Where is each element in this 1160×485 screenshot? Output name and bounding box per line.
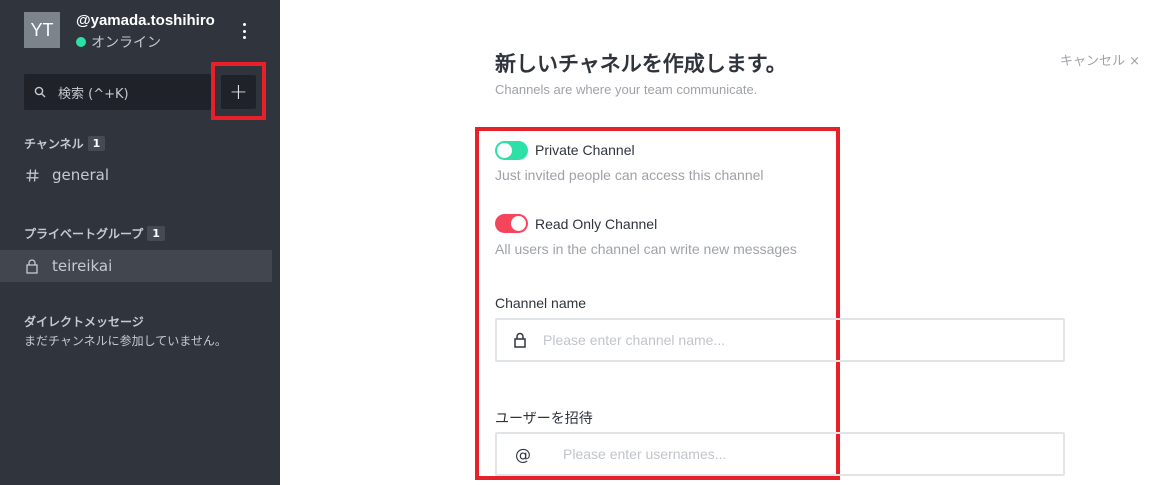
username: @yamada.toshihiro [76,12,215,29]
direct-messages-empty-text: まだチャンネルに参加していません。 [24,334,227,348]
user-status: オンライン [76,32,215,52]
channel-name-field[interactable] [495,318,1065,362]
user-status-text: オンライン [91,35,161,51]
search-icon [34,86,46,98]
sidebar-item-label: general [52,166,110,184]
lock-icon [497,332,543,348]
direct-messages-section-label: ダイレクトメッセージ [24,315,144,329]
sidebar-item-teireikai[interactable]: teireikai [0,250,272,282]
invite-users-input[interactable] [563,446,1043,462]
create-channel-panel: 新しいチャネルを作成します。 Channels are where your t… [280,0,1160,485]
hash-icon [26,168,40,182]
read-only-channel-label: Read Only Channel [535,216,658,232]
search-input[interactable]: 検索 (^+K) [24,74,211,110]
channel-name-input[interactable] [543,332,1023,348]
user-info: @yamada.toshihiro オンライン [76,12,215,52]
channels-count-badge: 1 [87,136,106,151]
channels-section-label: チャンネル [24,137,84,151]
at-icon: @ [515,444,531,464]
private-channel-toggle[interactable] [495,141,528,160]
channels-section-header: チャンネル 1 [24,135,106,152]
page-title: 新しいチャネルを作成します。 [495,52,787,76]
user-header[interactable]: YT @yamada.toshihiro オンライン [24,12,215,52]
private-groups-section-header: プライベートグループ 1 [24,225,165,242]
online-status-dot-icon [76,37,86,47]
lock-icon [26,258,40,274]
read-only-channel-toggle[interactable] [495,214,528,233]
kebab-menu-icon[interactable] [236,20,252,42]
avatar[interactable]: YT [24,12,60,48]
private-groups-count-badge: 1 [147,226,165,241]
invite-users-field[interactable]: @ [495,432,1065,476]
private-groups-section-label: プライベートグループ [24,227,144,241]
sidebar-item-label: teireikai [52,257,113,275]
page-subtitle: Channels are where your team communicate… [495,82,758,97]
search-placeholder: 検索 (^+K) [58,86,129,102]
private-channel-description: Just invited people can access this chan… [495,167,764,183]
highlight-frame-add [211,62,266,120]
channel-name-label: Channel name [495,295,587,311]
sidebar: YT @yamada.toshihiro オンライン 検索 (^+K) + チャ… [0,0,280,485]
private-channel-label: Private Channel [535,142,635,158]
sidebar-item-general[interactable]: general [0,159,272,191]
read-only-channel-description: All users in the channel can write new m… [495,241,797,257]
cancel-button[interactable]: キャンセル × [1060,50,1140,69]
invite-users-label: ユーザーを招待 [495,410,593,426]
